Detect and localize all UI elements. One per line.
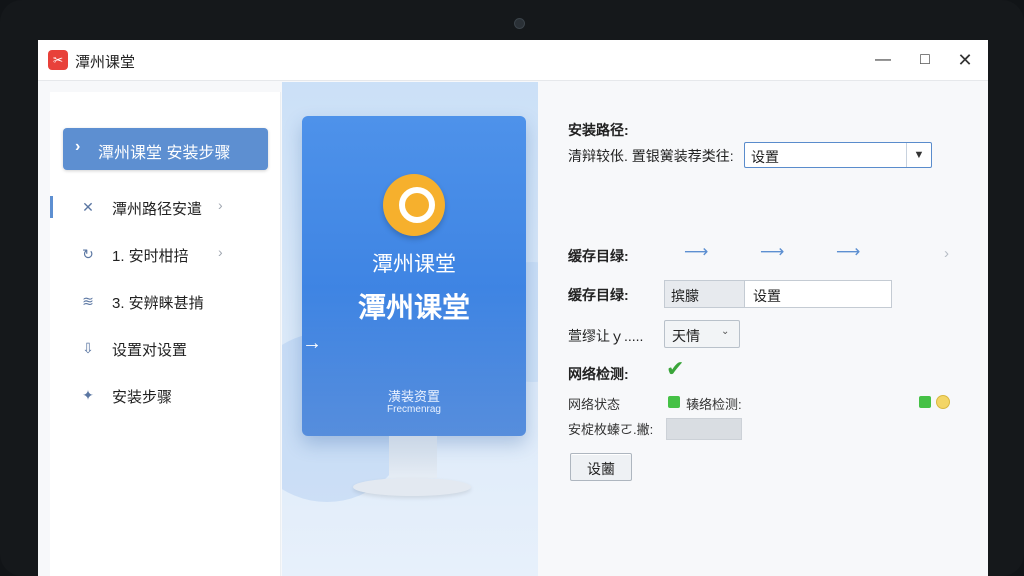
brand-logo-ring	[399, 187, 435, 223]
sidebar-item-settings[interactable]: ⇩ 设置对设置	[50, 330, 280, 366]
chevron-down-icon: ⌄	[721, 326, 730, 337]
minimize-button[interactable]: —	[864, 46, 902, 74]
sidebar-item-install-steps-active[interactable]: › 潭州课堂 安装步骤	[63, 128, 268, 170]
window-title: 潭州课堂	[75, 54, 136, 71]
install-settings-panel: 安装路径: 清辩较伥. 置银黉装荐类往: 设置 ▼ 缓存目绿: ⟶ ⟶ ⟶ › …	[538, 82, 988, 576]
status-warning-icon	[936, 395, 950, 409]
chevron-right-icon: ›	[75, 138, 81, 155]
stand-base	[353, 478, 471, 496]
arrow-right-icon: ⟶	[760, 242, 785, 261]
close-button[interactable]: ✕	[946, 46, 984, 74]
check-icon: ✔	[666, 356, 685, 381]
camera-icon	[514, 18, 525, 29]
install-path-prompt: 清辩较伥. 置银黉装荐类往:	[568, 148, 734, 164]
cache-dir-label: 缓存目绿:	[568, 248, 629, 264]
sidebar-item-path[interactable]: ✕ 潭州路径安遣 ›	[50, 189, 280, 225]
network-check-label: 网络检测:	[568, 366, 629, 382]
install-path-select[interactable]: 设置 ▼	[744, 142, 932, 168]
cache-dir-label-2: 缓存目绿:	[568, 287, 629, 303]
app-logo-icon: ✂	[48, 50, 68, 70]
status-ok-icon	[919, 396, 931, 408]
device-mockup: 潭州课堂 潭州课堂 潢装资置 Frecmenrag	[302, 116, 526, 436]
arrow-right-icon: →	[302, 332, 322, 354]
chevron-right-icon: ›	[218, 197, 223, 213]
arrow-right-icon: ⟶	[684, 242, 709, 261]
installer-window: ✂ 潭州课堂 — □ ✕ › 潭州课堂 安装步骤 ✕ 潭州路径安遣 › ↻ 1.…	[38, 40, 988, 576]
arrow-right-icon: ⟶	[836, 242, 861, 261]
chevron-right-icon: ›	[218, 244, 223, 260]
brand-logo-icon	[383, 174, 445, 236]
device-title-large: 潭州课堂	[357, 292, 470, 323]
sidebar-item-label: 潭州课堂 安装步骤	[98, 145, 231, 162]
dropdown-value: 天情	[672, 328, 700, 344]
title-bar: ✂ 潭州课堂 — □ ✕	[38, 40, 988, 81]
sidebar-item-step-3[interactable]: ≋ 3. 安辨睐甚掯	[50, 283, 280, 319]
install-progress-bar	[666, 418, 742, 440]
maximize-button[interactable]: □	[906, 46, 944, 74]
browse-button-label: 摈朦	[671, 288, 699, 304]
status-ok-icon	[668, 396, 680, 408]
device-title-small: 潭州课堂	[372, 253, 456, 276]
network-status-label: 网络状态	[568, 397, 621, 412]
sidebar-item-step-1[interactable]: ↻ 1. 安时柑掊 ›	[50, 236, 280, 272]
sidebar-item-install-steps[interactable]: ✦ 安装步骤	[50, 377, 280, 413]
sidebar-item-label: 3. 安辨睐甚掯	[112, 295, 204, 312]
chevron-right-icon: ›	[944, 245, 949, 262]
close-x-icon: ✕	[82, 199, 94, 215]
selection-marker	[50, 196, 53, 218]
install-path-heading: 安装路径:	[568, 122, 629, 138]
device-caption: 潢装资置	[387, 389, 440, 404]
sidebar-item-label: 安装步骤	[112, 389, 173, 406]
sidebar-item-label: 设置对设置	[112, 342, 188, 359]
network-status-detail: 辏络检测:	[686, 397, 742, 412]
cache-path-value: 设置	[753, 288, 781, 304]
sidebar-item-label: 潭州路径安遣	[112, 201, 203, 218]
chevron-down-icon: ▼	[906, 143, 931, 167]
preview-panel: 潭州课堂 潭州课堂 潢装资置 Frecmenrag →	[282, 82, 538, 576]
option-label: 萱缪让ｙ.....	[568, 328, 644, 344]
sidebar: › 潭州课堂 安装步骤 ✕ 潭州路径安遣 › ↻ 1. 安时柑掊 › ≋ 3. …	[50, 92, 281, 576]
stand-neck	[389, 436, 437, 478]
select-value: 设置	[751, 149, 779, 165]
option-dropdown[interactable]: 天情 ⌄	[664, 320, 740, 348]
settings-button[interactable]: 设蔨	[570, 453, 632, 481]
cache-path-input[interactable]: 设置	[744, 280, 892, 308]
device-caption-en: Frecmenrag	[387, 404, 441, 415]
settings-button-label: 设蔨	[587, 461, 615, 477]
refresh-icon: ↻	[82, 246, 94, 262]
browse-button[interactable]: 摈朦	[664, 280, 746, 308]
download-icon: ⇩	[82, 340, 94, 356]
layers-icon: ≋	[82, 293, 94, 309]
tools-icon: ✦	[82, 387, 94, 403]
sidebar-item-label: 1. 安时柑掊	[112, 248, 189, 265]
install-progress-label: 安椗枚螓ㄛ.撇:	[568, 422, 654, 437]
